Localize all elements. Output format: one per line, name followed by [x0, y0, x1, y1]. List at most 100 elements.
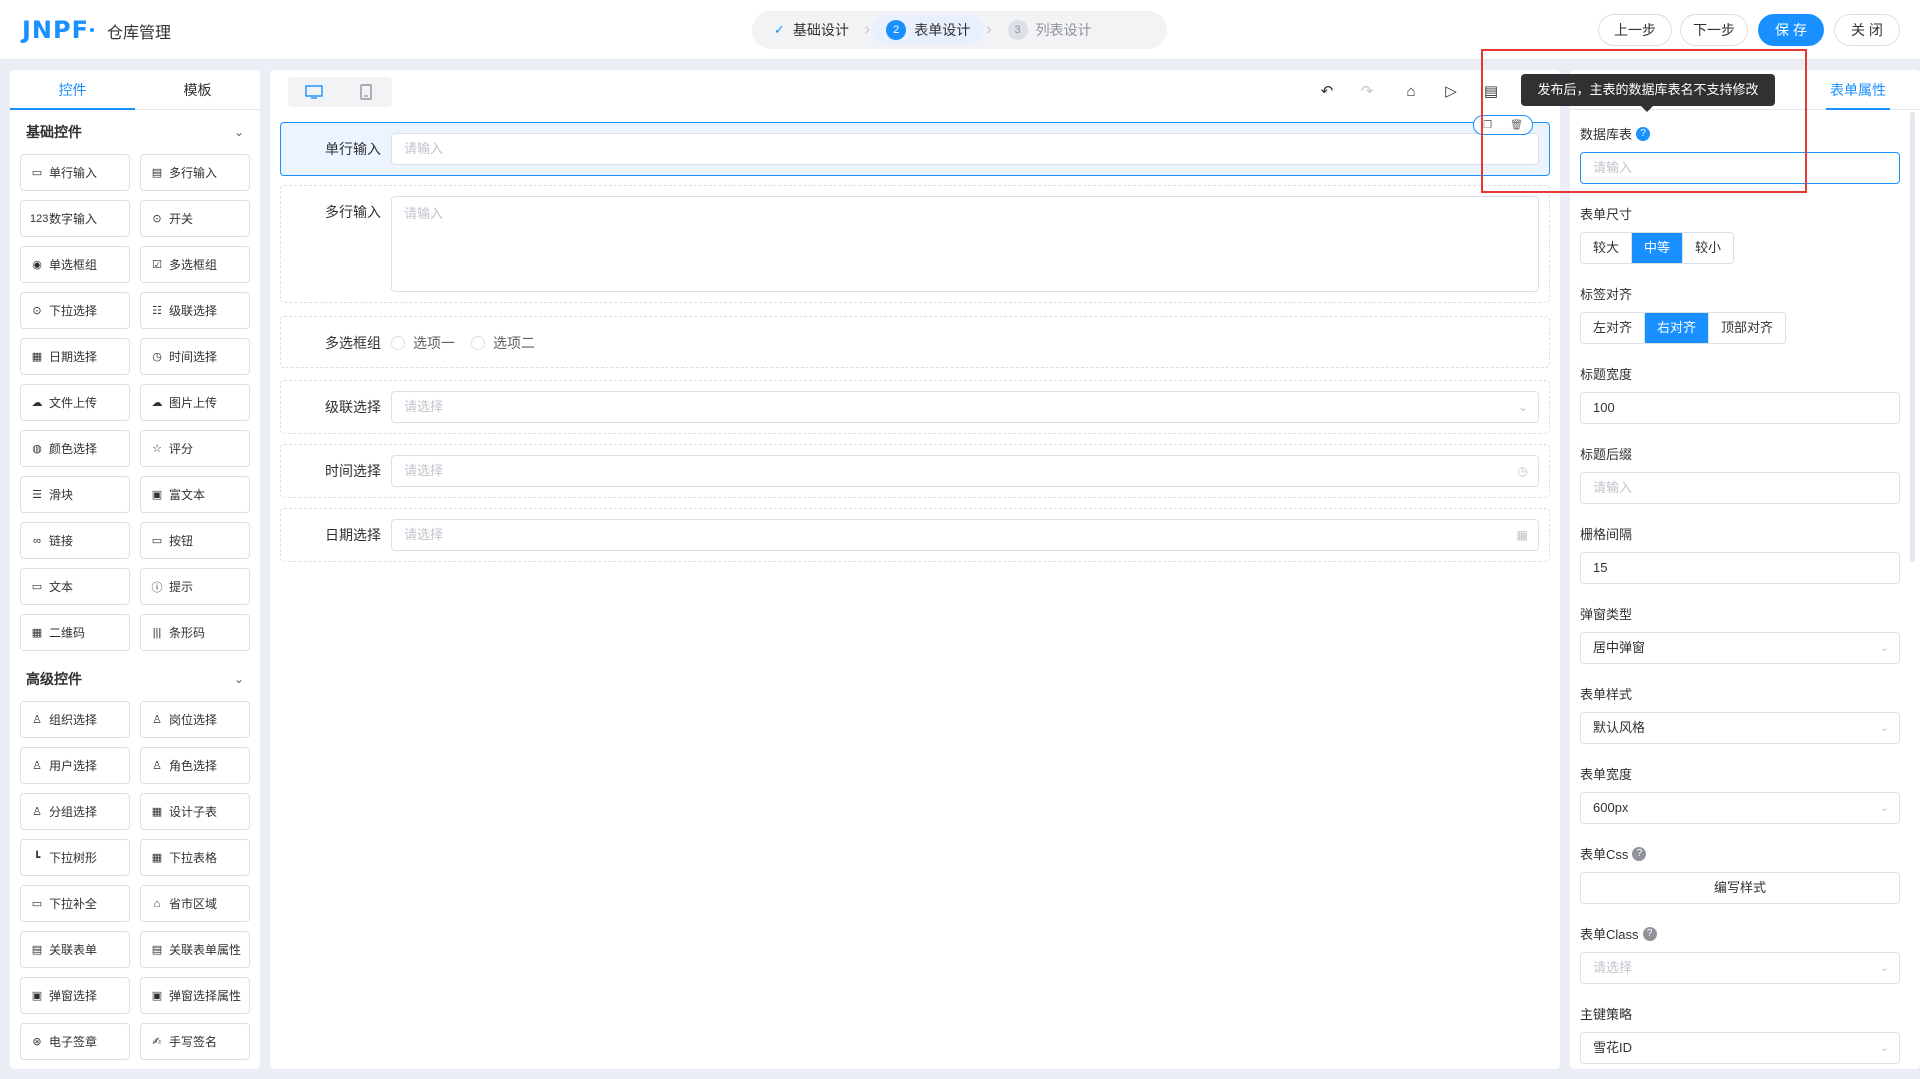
component-color[interactable]: ◍ 颜色选择 [20, 430, 130, 467]
chevron-down-icon: ⌄ [1517, 400, 1528, 414]
save-button[interactable]: 保 存 [1758, 14, 1824, 46]
clear-icon[interactable]: ⌂ [1400, 80, 1422, 102]
pk-strategy-select[interactable]: 雪花ID ⌄ [1580, 1032, 1900, 1064]
align-right[interactable]: 右对齐 [1645, 313, 1710, 343]
form-field-checkbox-group[interactable]: 多选框组 选项一 选项二 [280, 316, 1550, 368]
component-input[interactable]: ▭ 单行输入 [20, 154, 130, 191]
desktop-view-button[interactable] [288, 77, 340, 107]
device-switch [288, 77, 392, 107]
option-1[interactable]: 选项一 [391, 333, 455, 353]
component-user[interactable]: ♙ 用户选择 [20, 747, 130, 784]
form-width-select[interactable]: 600px ⌄ [1580, 792, 1900, 824]
align-left[interactable]: 左对齐 [1581, 313, 1646, 343]
component-slider[interactable]: ☰ 滑块 [20, 476, 130, 513]
tab-controls[interactable]: 控件 [10, 70, 135, 110]
component-checkbox[interactable]: ☑ 多选框组 [140, 246, 250, 283]
component-time[interactable]: ◷ 时间选择 [140, 338, 250, 375]
component-label: 富文本 [169, 488, 206, 502]
tab-form-properties[interactable]: 表单属性 [1830, 70, 1886, 110]
component-date[interactable]: ▦ 日期选择 [20, 338, 130, 375]
component-relation-attr[interactable]: ▤ 关联表单属性 [140, 931, 250, 968]
component-switch[interactable]: ⊙ 开关 [140, 200, 250, 237]
size-large[interactable]: 较大 [1581, 233, 1633, 263]
size-medium[interactable]: 中等 [1632, 233, 1684, 263]
component-select-table[interactable]: ▦ 下拉表格 [140, 839, 250, 876]
step-form-design[interactable]: 2 表单设计 [872, 15, 985, 45]
component-tree[interactable]: ┗ 下拉树形 [20, 839, 130, 876]
option-2[interactable]: 选项二 [471, 333, 535, 353]
component-rate[interactable]: ☆ 评分 [140, 430, 250, 467]
component-radio[interactable]: ◉ 单选框组 [20, 246, 130, 283]
chevron-down-icon: ⌄ [1879, 642, 1889, 654]
step-basic-design[interactable]: ✓ 基础设计 [760, 15, 863, 45]
component-popup-attr[interactable]: ▣ 弹窗选择属性 [140, 977, 250, 1014]
prev-step-button[interactable]: 上一步 [1598, 14, 1672, 46]
component-label: 数字输入 [49, 212, 98, 226]
component-qrcode[interactable]: ▦ 二维码 [20, 614, 130, 651]
preview-icon[interactable]: ▷ [1440, 80, 1462, 102]
textarea-field[interactable]: 请输入 [391, 196, 1539, 292]
component-role[interactable]: ♙ 角色选择 [140, 747, 250, 784]
advanced-controls-header[interactable]: 高级控件 ⌄ [10, 657, 260, 701]
edit-style-button[interactable]: 编写样式 [1580, 872, 1900, 904]
component-table[interactable]: ▦ 设计子表 [140, 793, 250, 830]
component-group[interactable]: ♙ 分组选择 [20, 793, 130, 830]
component-area[interactable]: ⌂ 省市区域 [140, 885, 250, 922]
popup-type-select[interactable]: 居中弹窗 ⌄ [1580, 632, 1900, 664]
close-button[interactable]: 关 闭 [1834, 14, 1900, 46]
tab-templates[interactable]: 模板 [135, 70, 260, 109]
chevron-down-icon: ⌄ [1879, 1042, 1889, 1054]
select-table-icon: ▦ [151, 852, 163, 864]
align-top[interactable]: 顶部对齐 [1709, 313, 1785, 343]
label-suffix-input[interactable]: 请输入 [1580, 472, 1900, 504]
component-org[interactable]: ♙ 组织选择 [20, 701, 130, 738]
form-field-time[interactable]: 时间选择 请选择 ◷ [280, 444, 1550, 498]
form-field-textarea[interactable]: 多行输入 请输入 [280, 185, 1550, 303]
time-field[interactable]: 请选择 ◷ [391, 455, 1539, 487]
tab-underline [1826, 108, 1890, 110]
component-upload-file[interactable]: ☁ 文件上传 [20, 384, 130, 421]
component-richtext[interactable]: ▣ 富文本 [140, 476, 250, 513]
component-number[interactable]: 123 数字输入 [20, 200, 130, 237]
step-list-design[interactable]: 3 列表设计 [994, 15, 1106, 45]
form-class-select[interactable]: 请选择 ⌄ [1580, 952, 1900, 984]
form-field-date[interactable]: 日期选择 请选择 ▦ [280, 508, 1550, 562]
single-input-field[interactable]: 请输入 [391, 133, 1539, 165]
gutter-input[interactable]: 15 [1580, 552, 1900, 584]
button-icon: ▭ [151, 535, 163, 547]
redo-icon[interactable]: ↷ [1356, 80, 1378, 102]
component-popup-select[interactable]: ▣ 弹窗选择 [20, 977, 130, 1014]
basic-controls-header[interactable]: 基础控件 ⌄ [10, 110, 260, 154]
form-style-select[interactable]: 默认风格 ⌄ [1580, 712, 1900, 744]
alert-icon: ⓘ [151, 581, 163, 594]
next-step-button[interactable]: 下一步 [1680, 14, 1748, 46]
component-select[interactable]: ⊙ 下拉选择 [20, 292, 130, 329]
form-field-cascader[interactable]: 级联选择 请选择 ⌄ [280, 380, 1550, 434]
undo-icon[interactable]: ↶ [1316, 80, 1338, 102]
component-relation-form[interactable]: ▤ 关联表单 [20, 931, 130, 968]
cascader-field[interactable]: 请选择 ⌄ [391, 391, 1539, 423]
date-field[interactable]: 请选择 ▦ [391, 519, 1539, 551]
help-icon[interactable]: ? [1632, 846, 1647, 861]
form-size-selector: 较大 中等 较小 [1580, 232, 1735, 264]
component-upload-image[interactable]: ☁ 图片上传 [140, 384, 250, 421]
size-small[interactable]: 较小 [1683, 233, 1733, 263]
mobile-view-button[interactable] [340, 77, 392, 107]
e-sign-icon: ⊛ [32, 1036, 42, 1048]
component-button[interactable]: ▭ 按钮 [140, 522, 250, 559]
component-hand-sign[interactable]: ✍ 手写签名 [140, 1023, 250, 1060]
component-text[interactable]: ▭ 文本 [20, 568, 130, 605]
component-autocomplete[interactable]: ▭ 下拉补全 [20, 885, 130, 922]
form-field-single-input[interactable]: 单行输入 请输入 ❐ 🗑 [280, 115, 1550, 176]
highlight-box [1481, 49, 1807, 193]
properties-scrollbar[interactable] [1910, 112, 1915, 562]
component-e-sign[interactable]: ⊛ 电子签章 [20, 1023, 130, 1060]
help-icon[interactable]: ? [1642, 926, 1657, 941]
label-width-input[interactable]: 100 [1580, 392, 1900, 424]
component-link[interactable]: ∞ 链接 [20, 522, 130, 559]
component-textarea[interactable]: ▤ 多行输入 [140, 154, 250, 191]
component-barcode[interactable]: ||| 条形码 [140, 614, 250, 651]
component-cascader[interactable]: ☷ 级联选择 [140, 292, 250, 329]
component-alert[interactable]: ⓘ 提示 [140, 568, 250, 605]
component-position[interactable]: ♙ 岗位选择 [140, 701, 250, 738]
